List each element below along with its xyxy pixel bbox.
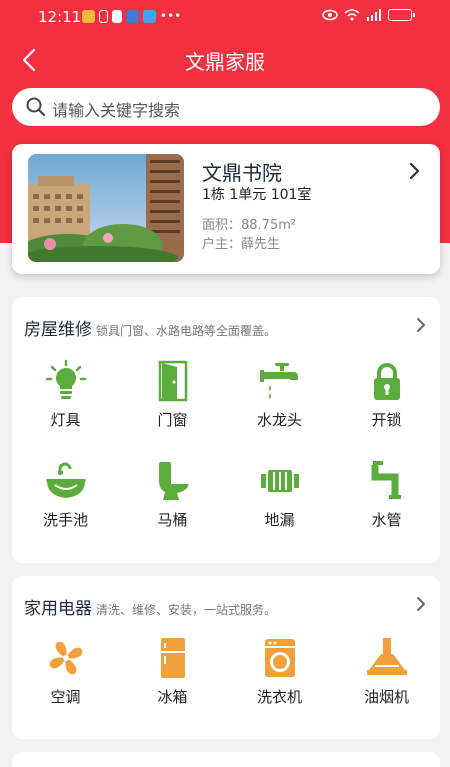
- service-sink[interactable]: 洗手池: [12, 459, 119, 530]
- service-refrigerator[interactable]: 冰箱: [119, 636, 226, 707]
- service-label: 门窗: [157, 411, 188, 429]
- service-label: 空调: [50, 688, 81, 706]
- service-label: 洗衣机: [256, 688, 302, 706]
- status-bar: 12:11 •••: [0, 0, 450, 34]
- chevron-right-icon[interactable]: [416, 596, 426, 612]
- chevron-right-icon[interactable]: [416, 317, 426, 333]
- washing-machine-icon: [264, 639, 295, 677]
- lock-icon: [373, 363, 400, 400]
- signal-icon: [367, 9, 381, 21]
- sink-icon: [45, 462, 86, 498]
- air-conditioner-icon: [49, 641, 82, 675]
- service-washing-machine[interactable]: 洗衣机: [226, 636, 333, 707]
- search-input[interactable]: 请输入关键字搜索: [52, 97, 180, 121]
- toilet-icon: [158, 462, 189, 500]
- section-title: 房屋维修: [24, 320, 92, 340]
- repair-row-1: 灯具 门窗 水龙头 开锁: [12, 359, 440, 430]
- house-owner: 户主：薛先生: [202, 237, 281, 252]
- service-label: 开锁: [371, 411, 402, 429]
- service-label: 洗手池: [42, 511, 88, 529]
- service-faucet[interactable]: 水龙头: [226, 359, 333, 430]
- appliance-section: 家用电器 清洗、维修、安装，一站式服务。 空调 冰箱 洗衣机 油烟机: [12, 576, 440, 739]
- range-hood-icon: [366, 638, 407, 675]
- water-pipe-icon: [371, 461, 401, 499]
- search-bar[interactable]: 请输入关键字搜索: [12, 88, 440, 126]
- faucet-icon: [259, 363, 298, 399]
- appliance-row: 空调 冰箱 洗衣机 油烟机: [12, 636, 440, 707]
- service-label: 马桶: [157, 511, 188, 529]
- service-label: 地漏: [264, 511, 295, 529]
- service-label: 油烟机: [363, 688, 409, 706]
- house-name: 文鼎书院: [202, 161, 282, 185]
- search-app-icon: [143, 9, 156, 23]
- system-icons: [322, 9, 415, 21]
- battery-icon: [388, 9, 415, 21]
- next-section-card: [12, 752, 440, 767]
- service-label: 灯具: [50, 411, 81, 429]
- house-photo: [28, 154, 184, 262]
- house-unit: 1栋 1单元 101室: [202, 187, 312, 203]
- floor-drain-icon: [260, 470, 299, 492]
- lightbulb-icon: [45, 359, 86, 399]
- refrigerator-icon: [160, 638, 185, 678]
- repair-row-2: 洗手池 马桶 地漏 水管: [12, 459, 440, 530]
- search-icon: [26, 97, 46, 117]
- service-door-window[interactable]: 门窗: [119, 359, 226, 430]
- nav-bar: 文鼎家服: [0, 38, 450, 82]
- phone-icon: [99, 9, 108, 23]
- house-area: 面积：88.75m²: [202, 218, 297, 233]
- service-floor-drain[interactable]: 地漏: [226, 459, 333, 530]
- section-title: 家用电器: [24, 599, 92, 619]
- service-label: 冰箱: [157, 688, 188, 706]
- page-title: 文鼎家服: [185, 50, 265, 74]
- appliance-section-header: 家用电器 清洗、维修、安装，一站式服务。: [24, 594, 276, 619]
- repair-section: 房屋维修 锁具门窗、水路电路等全面覆盖。 灯具 门窗 水龙头 开锁 洗手池 马桶…: [12, 297, 440, 563]
- service-range-hood[interactable]: 油烟机: [333, 636, 440, 707]
- eye-icon: [322, 9, 338, 21]
- repair-section-header: 房屋维修 锁具门窗、水路电路等全面覆盖。: [24, 315, 276, 340]
- shield-icon: [126, 9, 139, 23]
- service-water-pipe[interactable]: 水管: [333, 459, 440, 530]
- weibo-icon: [82, 9, 95, 23]
- chevron-right-icon[interactable]: [408, 162, 420, 180]
- section-subtitle: 清洗、维修、安装，一站式服务。: [96, 603, 277, 617]
- service-lighting[interactable]: 灯具: [12, 359, 119, 430]
- service-air-conditioner[interactable]: 空调: [12, 636, 119, 707]
- more-icon: •••: [160, 9, 182, 23]
- house-card[interactable]: 文鼎书院 1栋 1单元 101室 面积：88.75m² 户主：薛先生: [12, 144, 440, 274]
- service-unlock[interactable]: 开锁: [333, 359, 440, 430]
- service-toilet[interactable]: 马桶: [119, 459, 226, 530]
- status-time: 12:11: [38, 8, 82, 26]
- section-subtitle: 锁具门窗、水路电路等全面覆盖。: [96, 324, 277, 338]
- wifi-icon: [344, 9, 360, 21]
- service-label: 水管: [371, 511, 402, 529]
- door-icon: [158, 360, 187, 402]
- notification-icons: •••: [82, 9, 181, 23]
- download-icon: [112, 9, 122, 23]
- service-label: 水龙头: [256, 411, 302, 429]
